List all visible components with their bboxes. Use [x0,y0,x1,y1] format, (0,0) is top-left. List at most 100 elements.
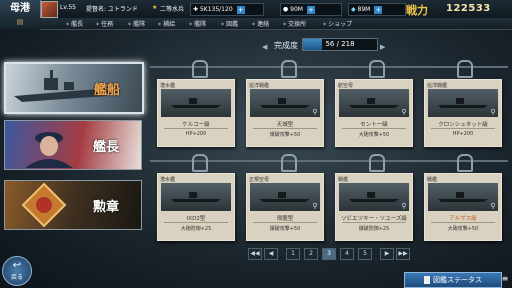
magnify-icon[interactable]: ⚲ [311,202,319,210]
gem-value: 89M [357,6,371,13]
magnify-icon[interactable]: ⚲ [311,108,319,116]
ship-photo: ⚲ [250,89,320,117]
binder-clip-icon [457,154,473,172]
divider [253,128,317,129]
magnify-icon[interactable]: ⚲ [489,202,497,210]
back-button[interactable]: ↩ 戻る [2,256,32,286]
tab-ships-label: 艦船 [93,83,120,98]
ship-name: クロンシュタット級 [438,122,488,128]
ship-photo [161,183,231,211]
magnify-icon[interactable]: ⚲ [400,108,408,116]
progress-value: 56 / 218 [325,40,355,48]
fuel-value: 90M [290,6,303,13]
ship-name: アルザス級 [449,216,477,222]
prev-page-button[interactable]: ◀ [264,248,278,260]
ship-type: 巡洋戦艦 [427,83,448,89]
binder-clip-icon [192,154,208,172]
page-button-4[interactable]: 4 [340,248,354,260]
illustrated-status-label: 図鑑ステータス [433,276,482,284]
progress-right-ornament: ▶ [380,43,386,51]
progress-label: 完成度 [274,41,298,50]
page-button-5[interactable]: 5 [358,248,372,260]
ship-card[interactable]: 巡洋戦艦 ⚲ クロンシュタット級 HP+200 [424,79,502,147]
ship-photo: ⚲ [428,89,498,117]
menu-item-encyclopedia[interactable]: 図鑑 [221,18,238,30]
ship-photo: ⚲ [428,183,498,211]
ship-effect: 爆破攻撃+50 [269,132,301,138]
illustrated-status-button[interactable]: 図鑑ステータス [404,272,502,288]
ship-effect: 大砲攻撃+50 [447,226,479,232]
ship-card[interactable]: 航空母 ⚲ セント一級 大砲攻撃+50 [335,79,413,147]
ship-card[interactable]: 戦艦 ⚲ ソビエツキー・ソユーズ級 爆破防御+25 [335,173,413,241]
crew-value: 5K135/120 [199,6,233,13]
ship-card[interactable]: 潜水艦 ケルコー級 HP+200 [157,79,235,147]
first-page-button[interactable]: ◀◀ [248,248,262,260]
menu-item-shop[interactable]: ショップ [323,18,352,30]
last-page-button[interactable]: ▶▶ [396,248,410,260]
ship-card[interactable]: 戦艦 ⚲ アルザス級 大砲攻撃+50 [424,173,502,241]
rank-icon: ★ [152,4,158,11]
ship-type: 戦艦 [427,177,438,183]
add-fuel-button[interactable]: + [306,5,315,14]
divider [342,222,406,223]
tab-captains-label: 艦長 [92,140,119,155]
harbor-button[interactable]: 母港 ▤ [0,0,41,29]
tab-medals[interactable]: 勲章 [4,180,142,230]
fuel-icon: ⬣ [283,6,289,13]
menu-item-fleet[interactable]: 艦隊 [128,18,145,30]
ship-photo: ⚲ [339,89,409,117]
tab-medals-label: 勲章 [92,200,119,215]
ship-name: IXD2型 [186,216,206,222]
add-gem-button[interactable]: + [374,5,383,14]
menu-item-supply[interactable]: 補給 [158,18,175,30]
next-page-button[interactable]: ▶ [380,248,394,260]
harbor-label: 母港 [10,3,30,14]
tab-captains[interactable]: 艦長 [4,120,142,170]
ship-effect: 大砲攻撃+50 [358,132,390,138]
tab-ships[interactable]: 艦船 [4,62,144,114]
ship-effect: 爆破攻撃+50 [269,226,301,232]
page-button-1[interactable]: 1 [286,248,300,260]
magnify-icon[interactable]: ⚲ [489,108,497,116]
ship-card[interactable]: 正規空母 ⚲ 飛龍型 爆破攻撃+50 [246,173,324,241]
ship-effect: 爆破防御+25 [358,226,390,232]
crew-resource: ✚ 5K135/120 + [190,3,264,16]
medal-icon [21,182,67,228]
ship-type: 戦艦 [338,177,349,183]
ship-photo: ⚲ [250,183,320,211]
crew-icon: ✚ [193,6,199,13]
ship-type: 潜水艦 [160,177,176,183]
player-level: Lv.55 [60,4,76,11]
menu-icon[interactable]: ≡ [500,272,510,286]
add-crew-button[interactable]: + [236,5,245,14]
ship-type: 潜水艦 [160,83,176,89]
menu-item-fleet-2[interactable]: 艦隊 [189,18,206,30]
page-button-2[interactable]: 2 [304,248,318,260]
fuel-resource: ⬣ 90M + [280,3,342,16]
ship-name: 飛龍型 [276,216,294,222]
menu-item-contact[interactable]: 連絡 [252,18,269,30]
ship-card[interactable]: 潜水艦 IXD2型 大砲防御+25 [157,173,235,241]
menu-item-exchange[interactable]: 交換所 [283,18,306,30]
divider [253,222,317,223]
captain-portrait-icon [25,132,73,168]
menu-item-missions[interactable]: 任務 [96,18,113,30]
page-button-3[interactable]: 3 [322,248,336,260]
ship-effect: HP+200 [452,131,474,137]
magnify-icon[interactable]: ⚲ [400,202,408,210]
divider [342,128,406,129]
power-label: 戦力 [406,4,428,17]
power-value: 122533 [446,3,491,14]
main-menu: 艦長 任務 艦隊 補給 艦隊 図鑑 連絡 交換所 ショップ [40,18,512,30]
ship-card[interactable]: 巡洋戦艦 ⚲ 天城型 爆破攻撃+50 [246,79,324,147]
menu-item-captain[interactable]: 艦長 [66,18,83,30]
progress-left-ornament: ◀ [262,43,268,51]
book-icon [424,276,430,284]
ship-photo [161,89,231,117]
ship-type: 正規空母 [249,177,270,183]
ship-photo: ⚲ [339,183,409,211]
binder-clip-icon [281,154,297,172]
binder-clip-icon [369,60,385,78]
divider [164,222,228,223]
avatar[interactable] [41,1,58,18]
